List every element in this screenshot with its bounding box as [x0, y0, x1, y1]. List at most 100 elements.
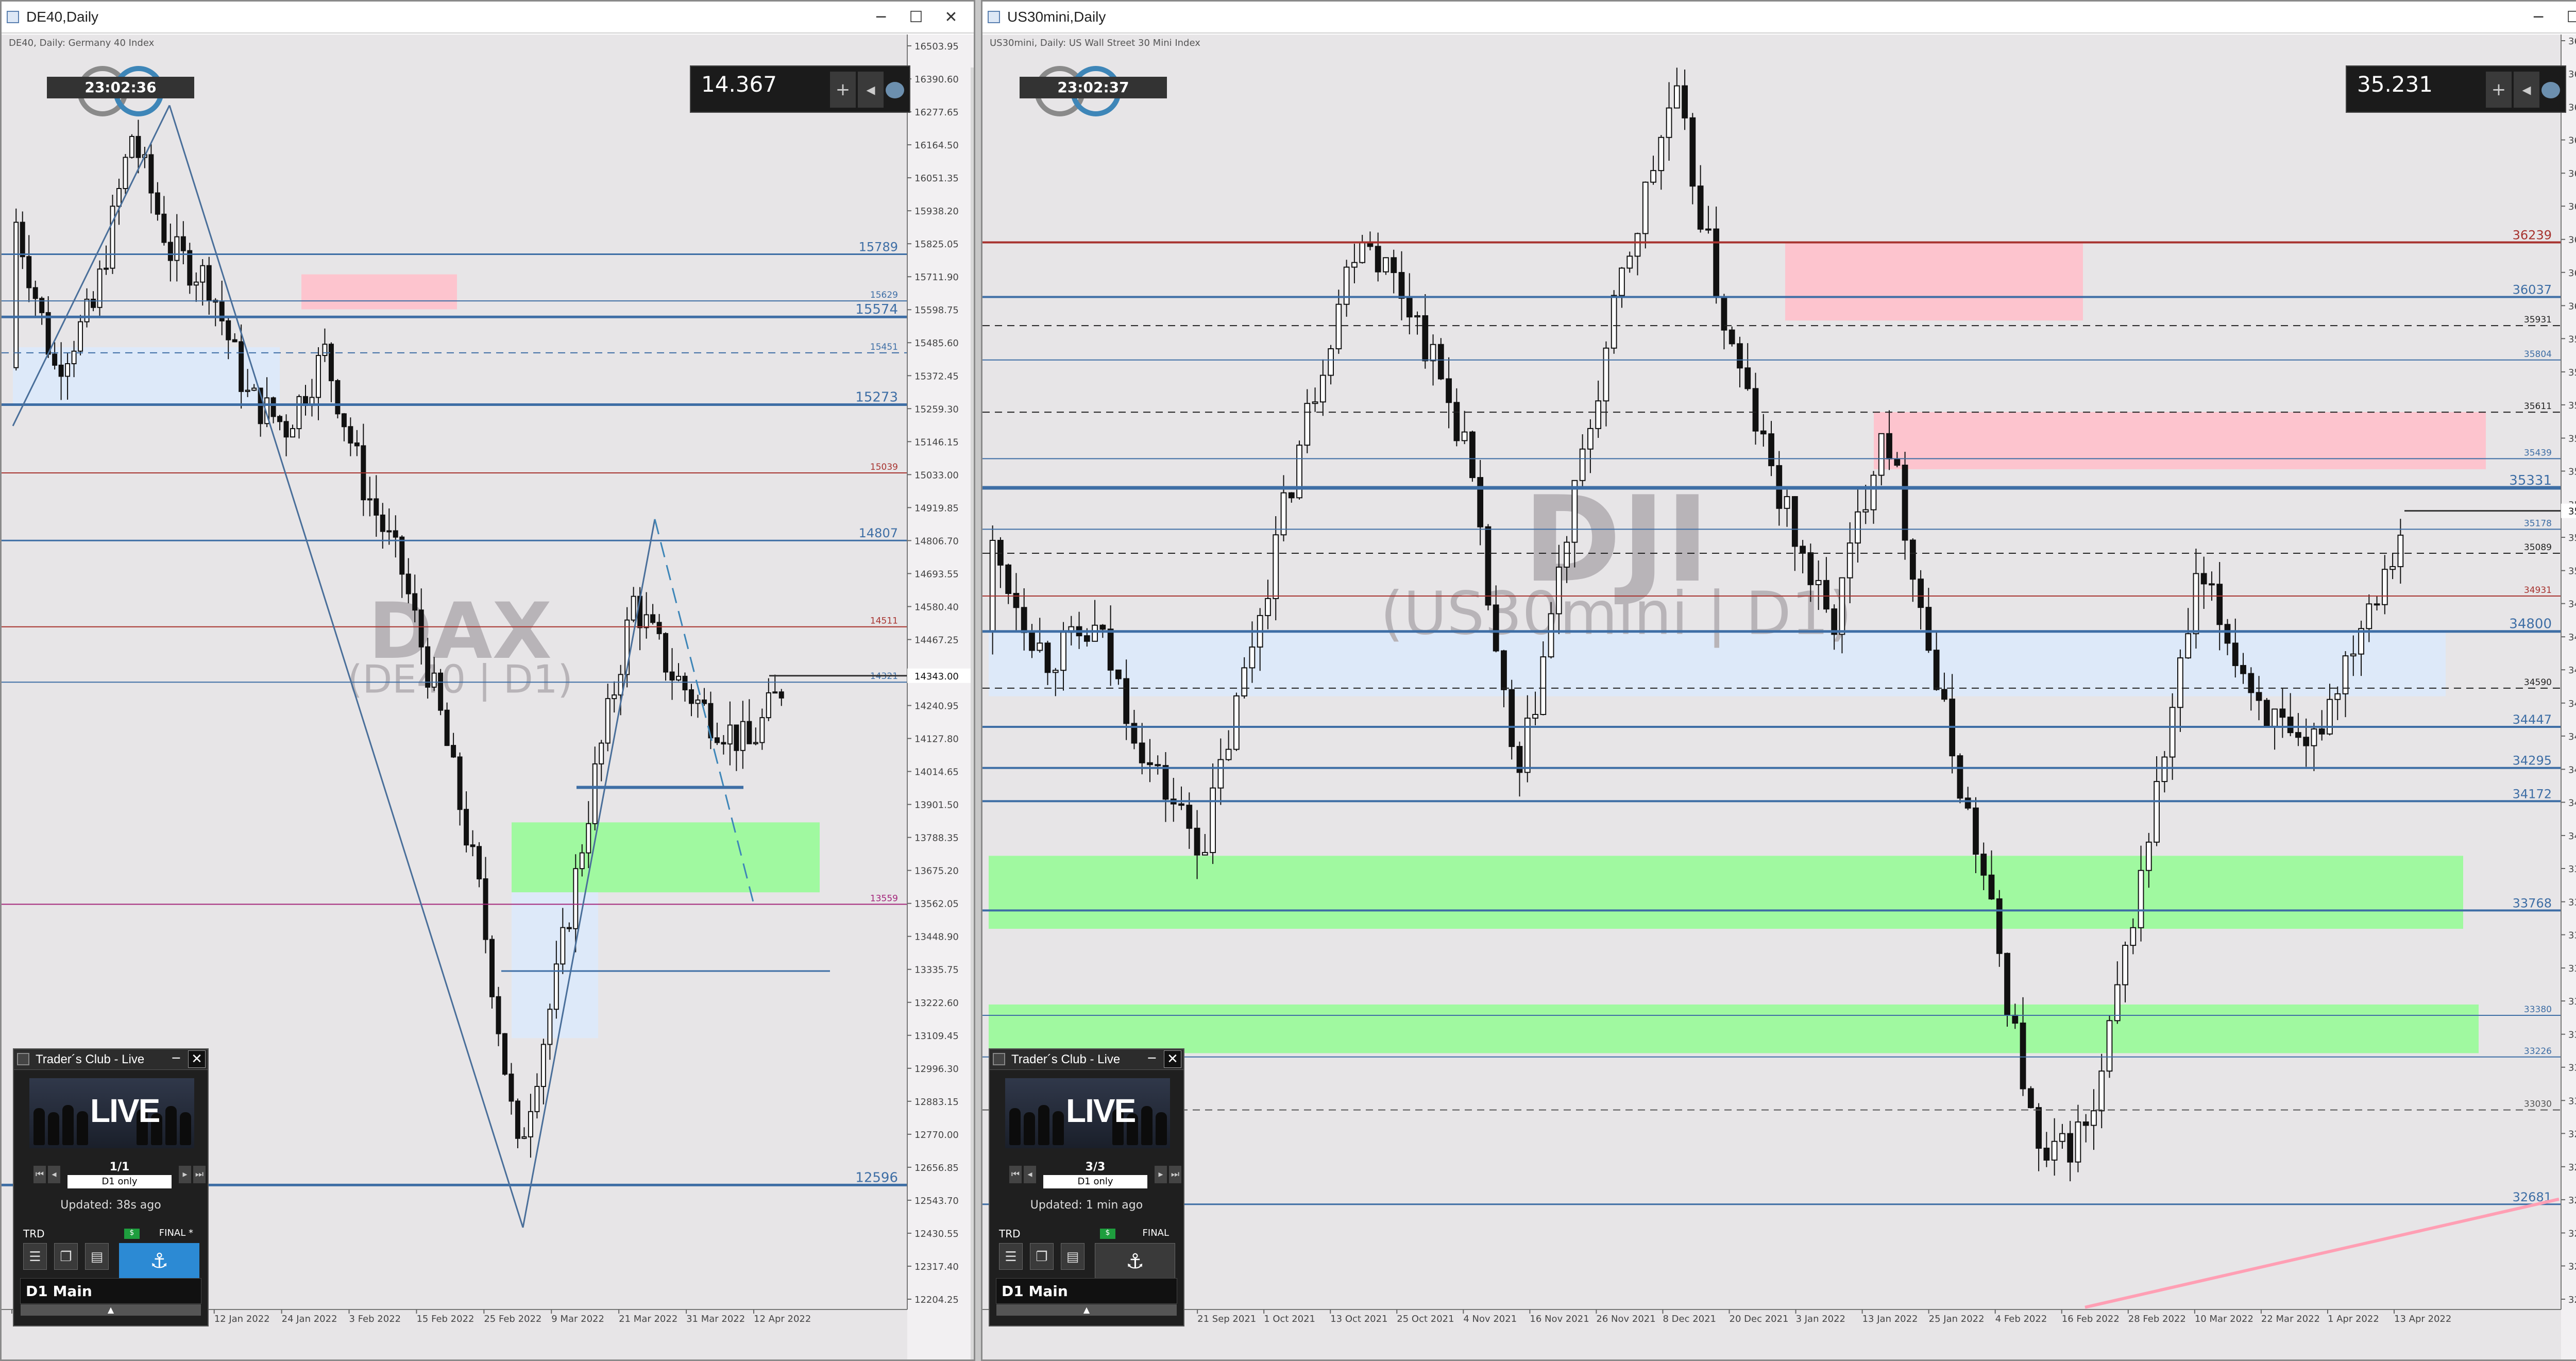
candle-body: [451, 745, 456, 758]
candle-body: [1060, 632, 1066, 671]
close-button[interactable]: ✕: [936, 6, 967, 29]
database-icon[interactable]: ▤: [1061, 1243, 1084, 1270]
database-icon[interactable]: ▤: [85, 1243, 109, 1270]
candle-body: [1784, 496, 1790, 509]
candle-body: [1225, 748, 1232, 760]
price-tick-label: 13562.05: [914, 899, 959, 910]
candle-body: [1642, 181, 1649, 234]
candle-body: [2256, 692, 2262, 701]
windows-icon[interactable]: ❐: [54, 1243, 78, 1270]
candle-body: [1052, 670, 1059, 673]
pager[interactable]: ⏮ ◂ ▸ ⏭ 3/3 D1 only: [1005, 1154, 1185, 1194]
price-tick-label: 32943.00: [2568, 1129, 2576, 1139]
candle-body: [245, 389, 250, 392]
candle-body: [695, 699, 701, 704]
chart-area[interactable]: DJI (US30mini | D1) US30mini, Daily: US Wa…: [982, 35, 2576, 1359]
chart-area[interactable]: DAX (DE40 | D1) DE40, Daily: Germany 40 In…: [2, 35, 974, 1359]
spread-widget[interactable]: 35.231 + ◂: [2346, 65, 2566, 113]
plus-button[interactable]: +: [2486, 72, 2512, 108]
candle-body: [1870, 474, 1877, 511]
collapse-button[interactable]: ◂: [858, 72, 884, 108]
document-icon[interactable]: ☰: [23, 1243, 47, 1270]
candle-body: [1147, 762, 1153, 765]
candle-body: [1650, 170, 1656, 183]
candle-body: [341, 413, 347, 428]
candle-body: [2327, 699, 2333, 735]
candle-body: [1210, 787, 1216, 853]
candle-body: [2240, 665, 2246, 674]
candle-body: [1265, 598, 1271, 616]
price-tick-label: 34535.00: [2568, 699, 2576, 709]
titlebar[interactable]: US30mini,Daily ─ ☐ ✕: [982, 2, 2576, 33]
price-tick-label: 34168.00: [2568, 797, 2576, 808]
maximize-button[interactable]: ☐: [901, 6, 931, 29]
panel-close-button[interactable]: ✕: [1164, 1050, 1181, 1068]
scrollbar[interactable]: [971, 67, 974, 1359]
date-tick-label: 26 Nov 2021: [1596, 1314, 1655, 1324]
chart-canvas[interactable]: DJI(US30mini | D1)US30mini, Daily: US Wa…: [982, 35, 2576, 1361]
price-tick-label: 34903.00: [2568, 599, 2576, 610]
candle-body: [2130, 927, 2137, 946]
candle-body: [1123, 678, 1130, 724]
expand-chevron-icon[interactable]: ▲: [996, 1304, 1177, 1316]
panel-header[interactable]: Trader´s Club - Live ─ ✕: [990, 1049, 1183, 1070]
candle-body: [393, 530, 398, 538]
maximize-button[interactable]: ☐: [2558, 6, 2576, 29]
candle-body: [399, 536, 405, 575]
document-icon[interactable]: ☰: [999, 1243, 1023, 1270]
price-tick-label: 14919.85: [914, 503, 959, 514]
trade-row[interactable]: TRD $ FINAL ☰ ❐ ▤ ⚓: [999, 1228, 1175, 1279]
zone-green: [512, 822, 820, 893]
collapse-button[interactable]: ◂: [2514, 72, 2539, 108]
panel-minimize-button[interactable]: ─: [1143, 1050, 1161, 1068]
date-tick-label: 28 Feb 2022: [2128, 1314, 2186, 1324]
price-tick-label: 15825.05: [914, 239, 959, 250]
price-tick-label: 32575.00: [2568, 1228, 2576, 1239]
panel-minimize-button[interactable]: ─: [167, 1050, 185, 1068]
d1-main-bar[interactable]: D1 Main ▲: [20, 1278, 201, 1316]
zone-green-bottom: [989, 1004, 2479, 1053]
candle-body: [540, 1044, 546, 1087]
candle-body: [2209, 583, 2215, 586]
price-tick-label: 14693.55: [914, 569, 959, 580]
trade-row[interactable]: TRD $ FINAL * ☰ ❐ ▤ ⚓: [23, 1228, 199, 1279]
anchor-button[interactable]: ⚓: [119, 1243, 199, 1279]
window-us30mini[interactable]: US30mini,Daily ─ ☐ ✕ DJI(US30mini | D1)U…: [981, 0, 2576, 1361]
traders-club-panel[interactable]: Trader´s Club - Live ─ ✕ LIVE ⏮ ◂ ▸ ⏭: [989, 1048, 1184, 1326]
live-label: LIVE: [1066, 1092, 1136, 1129]
date-tick-label: 25 Oct 2021: [1397, 1314, 1454, 1324]
candle-body: [2232, 642, 2239, 666]
d1-main-bar[interactable]: D1 Main ▲: [996, 1278, 1177, 1316]
candle-body: [1673, 85, 1680, 109]
candle-body: [1194, 827, 1200, 856]
panel-header[interactable]: Trader´s Club - Live ─ ✕: [14, 1049, 208, 1070]
candle-body: [380, 514, 385, 532]
panel-close-button[interactable]: ✕: [188, 1050, 206, 1068]
windows-icon[interactable]: ❐: [1030, 1243, 1054, 1270]
candle-body: [1823, 580, 1829, 610]
candle-body: [1186, 805, 1193, 829]
window-de40[interactable]: DE40,Daily ─ ☐ ✕ DAX (DE40 | D1) DE40, Dai…: [0, 0, 975, 1361]
spread-widget[interactable]: 14.367 + ◂: [690, 65, 910, 113]
candle-body: [997, 539, 1004, 566]
green-tag-icon: $: [1100, 1229, 1115, 1239]
expand-chevron-icon[interactable]: ▲: [21, 1304, 201, 1316]
candle-body: [180, 236, 186, 251]
price-tick-label: 16164.50: [914, 140, 959, 151]
anchor-button[interactable]: ⚓: [1095, 1243, 1175, 1279]
minimize-button[interactable]: ─: [866, 6, 896, 29]
traders-club-panel[interactable]: Trader´s Club - Live ─ ✕ LIVE ⏮ ◂ ▸ ⏭: [13, 1048, 209, 1326]
price-tick-label: 13675.20: [914, 866, 959, 877]
price-tick-label: 33923.00: [2568, 864, 2576, 875]
pager[interactable]: ⏮ ◂ ▸ ⏭ 1/1 D1 only: [29, 1154, 210, 1194]
minimize-button[interactable]: ─: [2523, 6, 2554, 29]
candle-body: [2161, 756, 2168, 782]
titlebar[interactable]: DE40,Daily ─ ☐ ✕: [2, 2, 974, 33]
level-label-36239: 36239: [2513, 228, 2552, 243]
candle-body: [1603, 347, 1609, 402]
candle-body: [2154, 781, 2160, 843]
plus-button[interactable]: +: [830, 72, 856, 108]
spread-value: 14.367: [701, 72, 777, 97]
candle-body: [1021, 607, 1027, 633]
date-tick-label: 21 Sep 2021: [1197, 1314, 1256, 1324]
